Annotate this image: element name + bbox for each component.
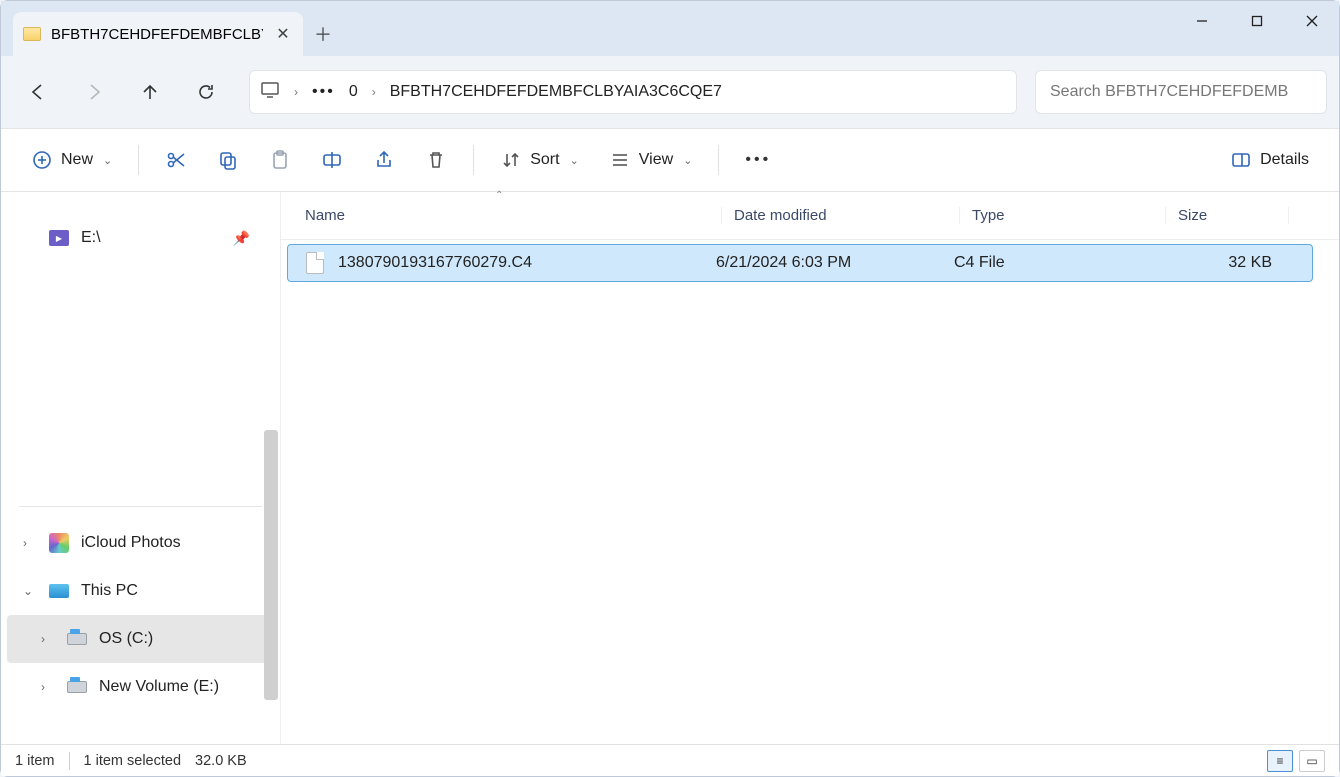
status-count: 1 item [15,753,55,769]
details-pane-icon [1230,149,1252,171]
icloud-icon [49,533,69,553]
paste-button[interactable] [257,139,303,181]
icons-view-toggle[interactable]: ▭ [1299,750,1325,772]
chevron-down-icon: ⌄ [570,154,579,167]
chevron-down-icon[interactable]: ⌄ [23,584,37,598]
chevron-down-icon: ⌄ [103,154,112,167]
scissors-icon [165,149,187,171]
pin-icon[interactable]: 📌 [233,230,250,247]
sidebar-item-os-c[interactable]: › OS (C:) [7,615,274,663]
rename-icon [321,149,343,171]
breadcrumb-more[interactable]: ••• [312,83,335,101]
folder-icon [23,27,41,41]
sidebar-item-e-drive[interactable]: E:\ 📌 [1,214,280,262]
file-icon [306,252,324,274]
view-button[interactable]: View ⌄ [597,139,705,181]
hdd-icon [67,681,87,693]
minimize-button[interactable] [1174,1,1229,41]
tab-close-button[interactable]: ✕ [273,24,293,44]
hdd-icon [67,633,87,645]
share-icon [373,149,395,171]
column-name[interactable]: Name [305,207,721,224]
sort-indicator-icon: ⌃ [495,190,503,201]
file-type: C4 File [954,254,1160,272]
forward-button[interactable] [69,68,119,116]
chevron-right-icon[interactable]: › [41,680,55,694]
command-toolbar: New ⌄ Sort ⌄ View ⌄ ••• Details [1,128,1339,192]
tab-current[interactable]: BFBTH7CEHDFEFDEMBFCLBYA ✕ [13,12,303,56]
cut-button[interactable] [153,139,199,181]
chevron-right-icon[interactable]: › [294,85,298,99]
copy-button[interactable] [205,139,251,181]
chevron-right-icon[interactable]: › [23,536,37,550]
navigation-pane[interactable]: E:\ 📌 › iCloud Photos ⌄ This PC › OS (C:… [1,192,281,744]
pc-icon [49,584,69,598]
paste-icon [269,149,291,171]
delete-button[interactable] [413,139,459,181]
rename-button[interactable] [309,139,355,181]
chevron-right-icon[interactable]: › [372,85,376,99]
details-view-toggle[interactable]: ≡ [1267,750,1293,772]
sidebar-item-new-volume-e[interactable]: › New Volume (E:) [1,663,280,711]
file-row[interactable]: 1380790193167760279.C4 6/21/2024 6:03 PM… [287,244,1313,282]
file-name: 1380790193167760279.C4 [338,254,716,272]
sidebar-item-icloud[interactable]: › iCloud Photos [1,519,280,567]
main-area: E:\ 📌 › iCloud Photos ⌄ This PC › OS (C:… [1,192,1339,744]
sidebar-item-this-pc[interactable]: ⌄ This PC [1,567,280,615]
column-headers: ⌃ Name Date modified Type Size [281,192,1339,240]
column-type[interactable]: Type [959,207,1165,224]
trash-icon [425,149,447,171]
address-bar[interactable]: › ••• 0 › BFBTH7CEHDFEFDEMBFCLBYAIA3C6CQ… [249,70,1017,114]
ellipsis-icon: ••• [745,151,771,169]
maximize-button[interactable] [1229,1,1284,41]
navigation-bar: › ••• 0 › BFBTH7CEHDFEFDEMBFCLBYAIA3C6CQ… [1,56,1339,128]
status-bar: 1 item 1 item selected 32.0 KB ≡ ▭ [1,744,1339,776]
column-date[interactable]: Date modified [721,207,959,224]
search-input[interactable]: Search BFBTH7CEHDFEFDEMB [1035,70,1327,114]
chevron-down-icon: ⌄ [683,154,692,167]
share-button[interactable] [361,139,407,181]
file-list: ⌃ Name Date modified Type Size 138079019… [281,192,1339,744]
column-size[interactable]: Size [1165,207,1289,224]
sort-button[interactable]: Sort ⌄ [488,139,591,181]
back-button[interactable] [13,68,63,116]
new-button[interactable]: New ⌄ [19,139,124,181]
plus-circle-icon [31,149,53,171]
list-icon [609,149,631,171]
copy-icon [217,149,239,171]
file-size: 32 KB [1160,254,1272,272]
more-button[interactable]: ••• [733,139,783,181]
tab-title: BFBTH7CEHDFEFDEMBFCLBYA [51,26,263,43]
sidebar-scrollbar[interactable] [264,430,278,700]
status-selected: 1 item selected [84,753,182,769]
up-button[interactable] [125,68,175,116]
status-size: 32.0 KB [195,753,247,769]
file-date: 6/21/2024 6:03 PM [716,254,954,272]
chevron-right-icon[interactable]: › [41,632,55,646]
breadcrumb-drive-index[interactable]: 0 [349,83,358,101]
drive-icon [49,230,69,246]
details-pane-button[interactable]: Details [1218,139,1321,181]
sort-icon [500,149,522,171]
title-bar: BFBTH7CEHDFEFDEMBFCLBYA ✕ ＋ [1,1,1339,56]
search-placeholder: Search BFBTH7CEHDFEFDEMB [1050,83,1288,101]
close-window-button[interactable] [1284,1,1339,41]
breadcrumb-folder[interactable]: BFBTH7CEHDFEFDEMBFCLBYAIA3C6CQE7 [390,83,722,101]
new-tab-button[interactable]: ＋ [303,12,343,56]
monitor-icon [260,80,280,105]
refresh-button[interactable] [181,68,231,116]
